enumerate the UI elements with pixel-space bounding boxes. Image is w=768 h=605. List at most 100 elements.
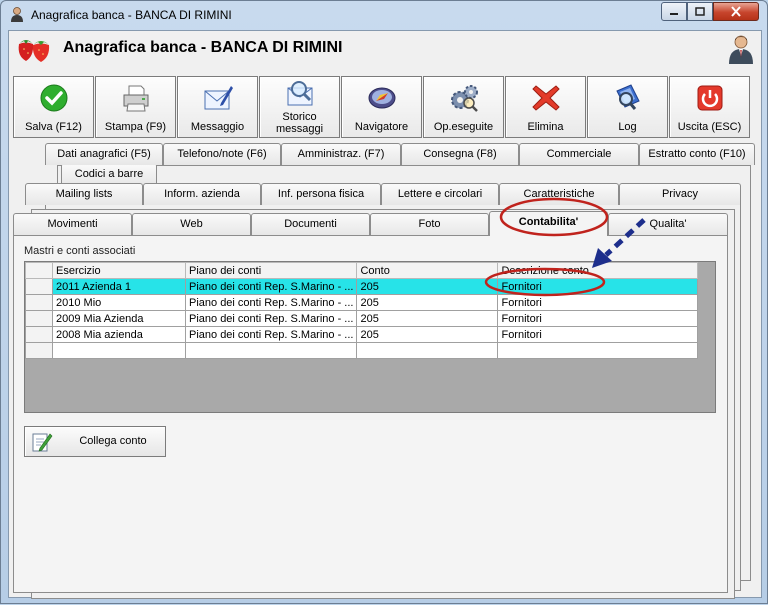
tab-mailing-lists[interactable]: Mailing lists xyxy=(25,183,143,205)
row-header-corner xyxy=(25,262,53,279)
table-row-new[interactable] xyxy=(25,342,699,359)
cell-empty[interactable] xyxy=(52,342,186,359)
operations-done-label: Op.eseguite xyxy=(433,121,494,133)
cell-piano-dei-conti[interactable]: Piano dei conti Rep. S.Marino - ... xyxy=(184,310,358,327)
tab-lettere-circolari[interactable]: Lettere e circolari xyxy=(381,183,499,205)
tab-documenti[interactable]: Documenti xyxy=(251,213,370,235)
link-account-button[interactable]: Collega conto xyxy=(24,426,166,457)
row-selector[interactable] xyxy=(25,310,53,327)
tab-web[interactable]: Web xyxy=(132,213,251,235)
close-icon xyxy=(731,6,741,17)
row-selector[interactable] xyxy=(25,342,53,359)
cell-descrizione-conto[interactable]: Fornitori xyxy=(497,294,699,311)
envelope-search-icon xyxy=(287,81,313,106)
cell-esercizio[interactable]: 2008 Mia azienda xyxy=(52,326,186,343)
cell-descrizione-conto[interactable]: Fornitori xyxy=(497,310,699,327)
contabilita-panel: Mastri e conti associati Esercizio Piano… xyxy=(13,235,728,593)
save-label: Salva (F12) xyxy=(25,121,82,133)
print-button[interactable]: Stampa (F9) xyxy=(95,76,176,138)
title-bar[interactable]: Anagrafica banca - BANCA DI RIMINI xyxy=(1,1,767,29)
cell-piano-dei-conti[interactable]: Piano dei conti Rep. S.Marino - ... xyxy=(184,294,358,311)
cell-descrizione-conto[interactable]: Fornitori xyxy=(497,326,699,343)
cell-empty[interactable] xyxy=(184,342,358,359)
cell-piano-dei-conti[interactable]: Piano dei conti Rep. S.Marino - ... xyxy=(184,326,358,343)
app-window: Anagrafica banca - BANCA DI RIMINI Anagr… xyxy=(0,0,768,604)
delete-button[interactable]: Elimina xyxy=(505,76,586,138)
cell-descrizione-conto[interactable]: Fornitori xyxy=(497,278,699,295)
section-label: Mastri e conti associati xyxy=(24,245,136,257)
user-avatar-icon[interactable] xyxy=(727,34,755,64)
tab-movimenti[interactable]: Movimenti xyxy=(13,213,132,235)
tab-inform-azienda[interactable]: Inform. azienda xyxy=(143,183,261,205)
print-label: Stampa (F9) xyxy=(104,121,167,133)
table-row[interactable]: 2008 Mia azienda Piano dei conti Rep. S.… xyxy=(25,326,699,343)
row-selector[interactable] xyxy=(25,326,53,343)
toolbar: Salva (F12) Stampa (F9) Messaggio Storic… xyxy=(13,76,757,138)
check-icon xyxy=(40,84,68,112)
delete-x-icon xyxy=(532,85,560,111)
tab-commerciale[interactable]: Commerciale xyxy=(519,143,639,165)
table-header-row: Esercizio Piano dei conti Conto Descrizi… xyxy=(25,262,699,279)
cell-empty[interactable] xyxy=(497,342,699,359)
printer-icon xyxy=(123,85,149,112)
cell-esercizio[interactable]: 2010 Mio xyxy=(52,294,186,311)
window-title: Anagrafica banca - BANCA DI RIMINI xyxy=(31,8,232,22)
message-button[interactable]: Messaggio xyxy=(177,76,258,138)
minimize-icon xyxy=(670,12,678,15)
edit-note-icon xyxy=(32,433,53,452)
exit-label: Uscita (ESC) xyxy=(677,121,742,133)
tab-amministrazione[interactable]: Amministraz. (F7) xyxy=(281,143,401,165)
column-header-conto[interactable]: Conto xyxy=(356,262,499,279)
compass-icon xyxy=(368,87,396,109)
maximize-button[interactable] xyxy=(687,2,713,21)
tab-qualita[interactable]: Qualita' xyxy=(608,213,728,235)
accounts-grid[interactable]: Esercizio Piano dei conti Conto Descrizi… xyxy=(24,261,716,413)
save-button[interactable]: Salva (F12) xyxy=(13,76,94,138)
cell-esercizio[interactable]: 2009 Mia Azienda xyxy=(52,310,186,327)
maximize-icon xyxy=(695,7,705,16)
message-label: Messaggio xyxy=(190,121,245,133)
log-label: Log xyxy=(618,121,637,133)
column-header-esercizio[interactable]: Esercizio xyxy=(52,262,186,279)
tab-consegna[interactable]: Consegna (F8) xyxy=(401,143,519,165)
cell-conto[interactable]: 205 xyxy=(356,294,499,311)
navigator-button[interactable]: Navigatore xyxy=(341,76,422,138)
tab-caratteristiche[interactable]: Caratteristiche xyxy=(499,183,619,205)
strawberry-logo-icon xyxy=(18,40,50,62)
column-header-descrizione-conto[interactable]: Descrizione conto xyxy=(497,262,699,279)
minimize-button[interactable] xyxy=(661,2,687,21)
cell-conto[interactable]: 205 xyxy=(356,278,499,295)
header-bar: Anagrafica banca - BANCA DI RIMINI xyxy=(9,31,761,67)
table-row[interactable]: 2010 Mio Piano dei conti Rep. S.Marino -… xyxy=(25,294,699,311)
log-search-icon xyxy=(616,84,640,110)
cell-piano-dei-conti[interactable]: Piano dei conti Rep. S.Marino - ... xyxy=(184,278,358,295)
message-history-button[interactable]: Storico messaggi xyxy=(259,76,340,138)
close-button[interactable] xyxy=(713,2,759,21)
tab-dati-anagrafici[interactable]: Dati anagrafici (F5) xyxy=(45,143,163,165)
row-selector[interactable] xyxy=(25,278,53,295)
row-selector[interactable] xyxy=(25,294,53,311)
log-button[interactable]: Log xyxy=(587,76,668,138)
cell-conto[interactable]: 205 xyxy=(356,310,499,327)
tab-telefono-note[interactable]: Telefono/note (F6) xyxy=(163,143,281,165)
tab-inf-persona-fisica[interactable]: Inf. persona fisica xyxy=(261,183,381,205)
table-row[interactable]: 2009 Mia Azienda Piano dei conti Rep. S.… xyxy=(25,310,699,327)
tab-estratto-conto[interactable]: Estratto conto (F10) xyxy=(639,143,755,165)
page-title: Anagrafica banca - BANCA DI RIMINI xyxy=(63,39,343,56)
navigator-label: Navigatore xyxy=(354,121,409,133)
gears-icon xyxy=(451,85,478,112)
tab-foto[interactable]: Foto xyxy=(370,213,489,235)
table-row[interactable]: 2011 Azienda 1 Piano dei conti Rep. S.Ma… xyxy=(25,278,699,295)
exit-button[interactable]: Uscita (ESC) xyxy=(669,76,750,138)
tab-contabilita[interactable]: Contabilita' xyxy=(489,211,608,236)
column-header-piano-dei-conti[interactable]: Piano dei conti xyxy=(184,262,358,279)
envelope-pen-icon xyxy=(204,86,233,110)
cell-empty[interactable] xyxy=(356,342,499,359)
client-area: Anagrafica banca - BANCA DI RIMINI Salva… xyxy=(8,30,762,599)
cell-esercizio[interactable]: 2011 Azienda 1 xyxy=(52,278,186,295)
tab-container: Codici a barre Dati anagrafici (F5) Tele… xyxy=(9,141,761,599)
cell-conto[interactable]: 205 xyxy=(356,326,499,343)
tab-codici-a-barre[interactable]: Codici a barre xyxy=(61,163,157,185)
operations-done-button[interactable]: Op.eseguite xyxy=(423,76,504,138)
tab-privacy[interactable]: Privacy xyxy=(619,183,741,205)
